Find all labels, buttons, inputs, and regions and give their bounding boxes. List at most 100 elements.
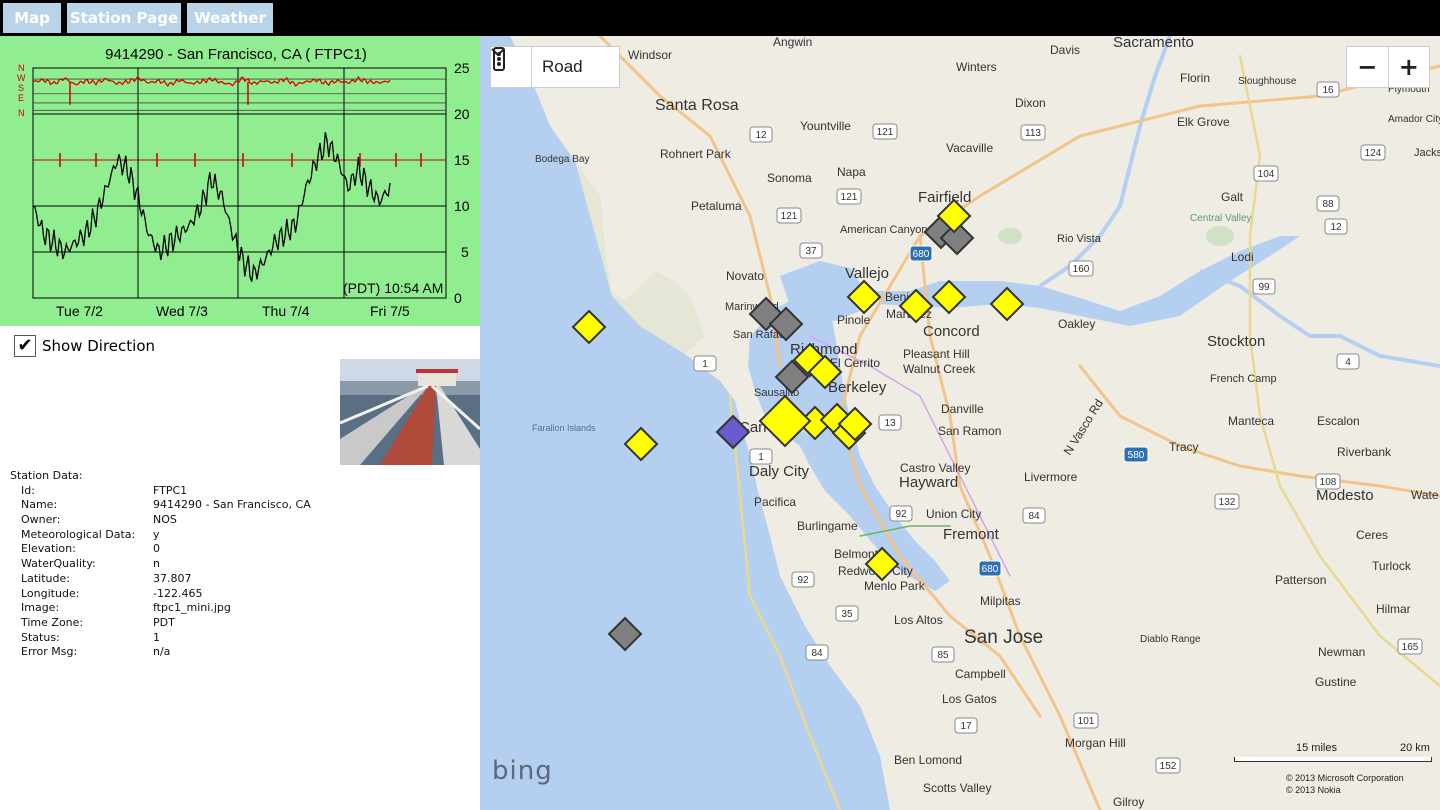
shield-label: 13 [884, 418, 896, 429]
y-tick-25: 25 [454, 60, 470, 76]
shield-label: 88 [1322, 199, 1334, 210]
map-label-los-altos: Los Altos [894, 613, 943, 627]
x-tick-labels: Tue 7/2 Wed 7/3 Thu 7/4 Fri 7/5 [56, 303, 410, 319]
wind-speed-series [32, 132, 391, 282]
scale-km-label: 20 km [1400, 742, 1430, 754]
map-label-winters: Winters [956, 60, 997, 74]
shield-101: 101 [1073, 712, 1099, 729]
shield-160: 160 [1068, 260, 1094, 277]
map-label-modesto: Modesto [1316, 487, 1374, 504]
map-label-diablo-range: Diablo Range [1140, 634, 1201, 645]
shield-1b: 1 [749, 448, 773, 465]
map-nav-button[interactable]: Map [3, 3, 61, 33]
station-field-row: Id: FTPC1 [10, 484, 187, 499]
field-value: PDT [153, 615, 175, 629]
shield-label: 85 [937, 650, 949, 661]
shield-84b: 84 [805, 644, 829, 661]
grid-lines [33, 68, 446, 298]
map-label-sloughhouse: Sloughhouse [1238, 76, 1297, 87]
map-label-escalon: Escalon [1317, 414, 1360, 428]
direction-label-e: E [18, 93, 24, 103]
field-key: Status: [21, 630, 60, 644]
shield-121b: 121 [836, 188, 862, 205]
shield-label: 17 [960, 721, 972, 732]
field-key: Image: [21, 601, 60, 615]
map-label-burlingame: Burlingame [797, 519, 858, 533]
x-tick-tue: Tue 7/2 [56, 303, 103, 319]
map-label-pleasant-hill: Pleasant Hill [903, 347, 970, 361]
map-label-castro-valley: Castro Valley [900, 461, 970, 475]
field-value: 9414290 - San Francisco, CA [153, 498, 311, 512]
station-page-nav-button[interactable]: Station Page [67, 3, 181, 33]
chart-title: 9414290 - San Francisco, CA ( FTPC1) [105, 46, 367, 63]
field-key: Name: [21, 498, 58, 512]
station-field-row: Status: 1 [10, 630, 160, 646]
field-value: n [153, 557, 160, 571]
map-canvas[interactable]: Sacramento Davis Windsor Angwin Winters … [480, 36, 1440, 810]
shield-label: 121 [841, 192, 858, 203]
shield-label: 92 [895, 509, 907, 520]
scale-bar [1234, 757, 1432, 762]
shield-label: 580 [1128, 450, 1145, 461]
direction-label-n-top: N [18, 63, 25, 73]
shield-label: 92 [797, 575, 809, 586]
shield-84: 84 [1022, 507, 1046, 524]
map-type-label[interactable]: Road [542, 57, 583, 77]
x-tick-thu: Thu 7/4 [262, 303, 310, 319]
shield-label: 124 [1365, 148, 1382, 159]
station-field-row: Longitude: -122.465 [10, 586, 202, 602]
shield-label: 152 [1160, 761, 1177, 772]
field-key: Longitude: [21, 586, 80, 600]
copyright-line-nokia: © 2013 Nokia [1286, 785, 1341, 795]
map-label-dixon: Dixon [1015, 96, 1046, 110]
shield-label: 35 [841, 609, 853, 620]
field-key: Latitude: [21, 571, 70, 585]
wind-direction-series [32, 75, 391, 87]
direction-label-n-bottom: N [18, 108, 25, 118]
field-key: Elevation: [21, 542, 76, 556]
map-label-walnut-creek: Walnut Creek [903, 362, 976, 376]
station-field-row: Name: 9414290 - San Francisco, CA [10, 498, 311, 513]
weather-nav-button[interactable]: Weather [187, 3, 273, 33]
shield-label: 680 [913, 249, 930, 260]
map-label-livermore: Livermore [1024, 470, 1078, 484]
shield-label: 132 [1219, 497, 1236, 508]
field-value: NOS [153, 513, 177, 527]
map-label-newman: Newman [1318, 645, 1365, 659]
zoom-in-button[interactable]: + [1389, 47, 1430, 87]
shield-124: 124 [1360, 144, 1386, 161]
station-photo [340, 359, 480, 465]
zoom-out-button[interactable]: − [1347, 47, 1389, 87]
show-direction-label: Show Direction [42, 337, 156, 355]
shield-label: 121 [781, 211, 798, 222]
station-field-row: Latitude: 37.807 [10, 571, 192, 587]
map-label-galt: Galt [1221, 190, 1244, 204]
field-value: 1 [153, 630, 160, 644]
map-label-gustine: Gustine [1315, 675, 1357, 689]
shield-12b: 12 [1324, 218, 1348, 235]
show-direction-checkbox[interactable]: ✔ [14, 335, 36, 357]
map-label-santa-rosa: Santa Rosa [655, 97, 739, 114]
shield-label: 1 [702, 359, 708, 370]
show-direction-toggle[interactable]: ✔ Show Direction [14, 335, 155, 357]
map-label-gilroy: Gilroy [1113, 795, 1144, 809]
map-label-french-camp: French Camp [1210, 373, 1277, 385]
shield-4: 4 [1336, 353, 1360, 370]
shield-label: 101 [1078, 716, 1095, 727]
field-value: y [153, 527, 160, 541]
shield-12: 12 [749, 126, 773, 143]
map-label-florin: Florin [1180, 71, 1210, 85]
station-map[interactable]: Sacramento Davis Windsor Angwin Winters … [480, 36, 1440, 810]
field-key: Meteorological Data: [21, 527, 136, 541]
map-label-sacramento: Sacramento [1113, 36, 1194, 51]
shield-121c: 121 [776, 207, 802, 224]
map-label-patterson: Patterson [1275, 573, 1326, 587]
station-field-row: Error Msg: n/a [10, 645, 170, 660]
shield-37: 37 [799, 242, 823, 259]
wind-chart-svg: 9414290 - San Francisco, CA ( FTPC1) N W… [17, 46, 470, 319]
station-panel: 9414290 - San Francisco, CA ( FTPC1) N W… [0, 36, 480, 810]
y-tick-5: 5 [461, 244, 469, 260]
map-label-turlock: Turlock [1372, 559, 1412, 573]
station-field-row: Owner: NOS [10, 513, 177, 528]
map-type-selector[interactable]: Road [490, 46, 620, 88]
